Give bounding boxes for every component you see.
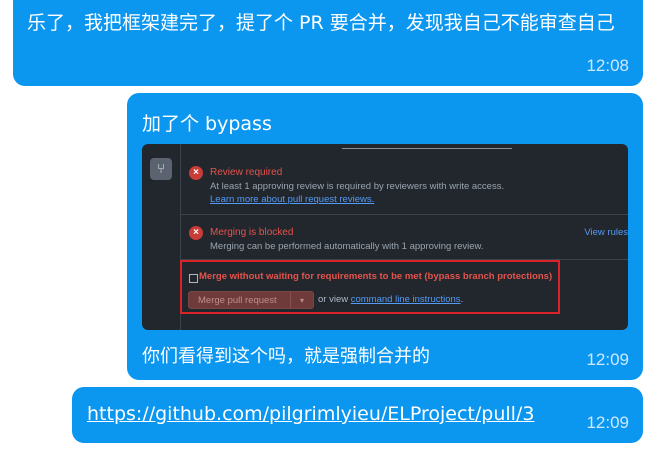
message-time: 12:09	[586, 350, 629, 369]
merging-blocked-desc: Merging can be performed automatically w…	[210, 241, 484, 252]
or-view-period: .	[460, 294, 464, 305]
or-view-text: or view command line instructions.	[318, 294, 463, 305]
section-divider	[180, 214, 628, 215]
bypass-label[interactable]: Merge without waiting for requirements t…	[199, 271, 552, 282]
message-text: 乐了，我把框架建完了，提了个 PR 要合并，发现我自己不能审查自己	[27, 12, 615, 34]
pull-request-link[interactable]: https://github.com/pilgrimlyieu/ELProjec…	[87, 403, 534, 425]
review-required-desc: At least 1 approving review is required …	[210, 181, 505, 192]
x-circle-icon: ×	[189, 226, 203, 240]
message-caption: 加了个 bypass	[142, 113, 272, 135]
attached-screenshot[interactable]: ⑂ × Review required At least 1 approving…	[142, 144, 628, 330]
view-rules-link[interactable]: View rules	[584, 227, 628, 238]
review-learn-more-link[interactable]: Learn more about pull request reviews.	[210, 194, 374, 205]
x-circle-icon: ×	[189, 166, 203, 180]
git-merge-icon: ⑂	[150, 158, 172, 180]
message-time: 12:08	[586, 56, 629, 75]
review-required-title: Review required	[210, 167, 283, 178]
message-bubble-3: https://github.com/pilgrimlyieu/ELProjec…	[72, 387, 643, 443]
command-line-instructions-link[interactable]: command line instructions	[351, 294, 461, 305]
message-footer-text: 你们看得到这个吗，就是强制合并的	[142, 346, 430, 367]
merging-blocked-title: Merging is blocked	[210, 227, 294, 238]
message-bubble-2: 加了个 bypass ⑂ × Review required At least …	[127, 93, 643, 380]
message-time: 12:09	[586, 413, 629, 432]
merge-button-label: Merge pull request	[198, 295, 277, 306]
bypass-checkbox[interactable]	[189, 274, 198, 283]
merge-pull-request-button[interactable]: Merge pull request ▾	[188, 291, 314, 309]
caret-down-icon[interactable]: ▾	[290, 292, 313, 308]
or-view-label: or view	[318, 294, 349, 305]
screenshot-divider	[342, 144, 512, 149]
message-bubble-1: 乐了，我把框架建完了，提了个 PR 要合并，发现我自己不能审查自己 12:08	[13, 0, 643, 86]
